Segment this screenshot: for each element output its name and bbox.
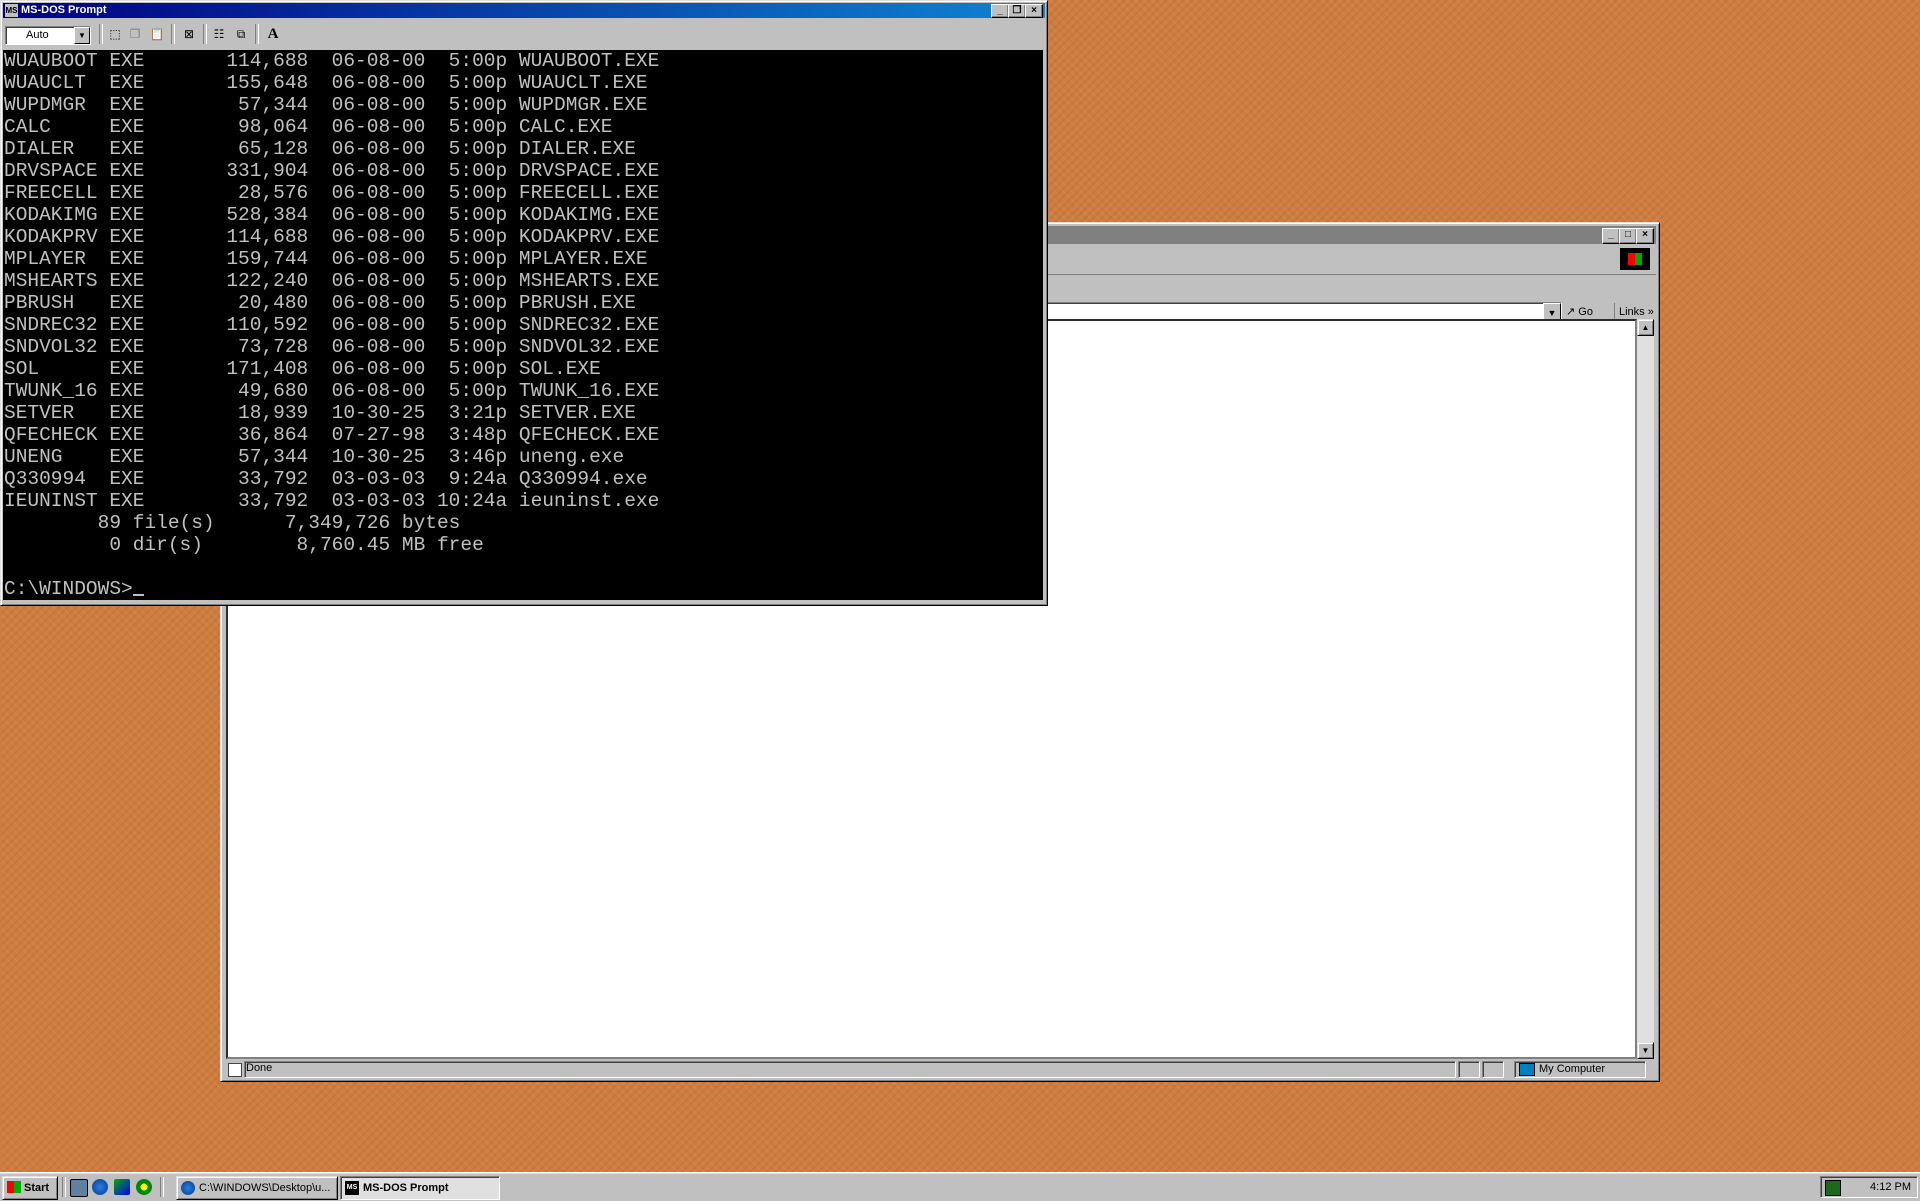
console-line: KODAKIMG EXE 528,384 06-08-00 5:00p KODA… (4, 204, 660, 226)
console-line: 0 dir(s) 8,760.45 MB free (4, 534, 484, 556)
clock[interactable]: 4:12 PM (1870, 1177, 1911, 1197)
console-line: TWUNK_16 EXE 49,680 06-08-00 5:00p TWUNK… (4, 380, 660, 402)
links-label: Links (1619, 306, 1645, 318)
fullscreen-icon[interactable]: ⊠ (179, 25, 199, 44)
start-label: Start (24, 1182, 50, 1194)
close-icon[interactable]: × (1025, 4, 1043, 18)
windows-logo-icon (1620, 248, 1650, 270)
status-panel-progress (1458, 1061, 1480, 1078)
vertical-scrollbar[interactable]: ▲ ▼ (1637, 319, 1654, 1059)
font-size-value: Auto (26, 29, 49, 41)
properties-icon[interactable]: ☷ (209, 25, 229, 44)
console-line: DIALER EXE 65,128 06-08-00 5:00p DIALER.… (4, 138, 636, 160)
console-line: FREECELL EXE 28,576 06-08-00 5:00p FREEC… (4, 182, 660, 204)
console-line: Q330994 EXE 33,792 03-03-03 9:24a Q33099… (4, 468, 648, 490)
task-button-msdos[interactable]: MS MS-DOS Prompt (340, 1176, 500, 1200)
start-button[interactable]: Start (2, 1176, 58, 1200)
console-output: WUAUBOOT EXE 114,688 06-08-00 5:00p WUAU… (3, 50, 1043, 578)
msdos-icon[interactable]: MS (5, 4, 18, 17)
console-line: UNENG EXE 57,344 10-30-25 3:46p uneng.ex… (4, 446, 625, 468)
close-icon[interactable]: × (1636, 228, 1654, 244)
system-tray: 4:12 PM (1820, 1176, 1918, 1198)
links-chevron-icon: » (1647, 306, 1654, 318)
taskbar: Start C:\WINDOWS\Desktop\u... MS MS-DOS … (0, 1172, 1920, 1201)
windows-flag-icon (7, 1181, 21, 1193)
status-bar: Done My Computer (224, 1060, 1656, 1078)
console-line: SNDVOL32 EXE 73,728 06-08-00 5:00p SNDVO… (4, 336, 660, 358)
font-size-select[interactable]: Auto ▼ (5, 26, 91, 45)
console-line: PBRUSH EXE 20,480 06-08-00 5:00p PBRUSH.… (4, 292, 636, 314)
go-label: Go (1578, 306, 1593, 318)
computer-icon (1519, 1063, 1535, 1076)
scroll-up-icon[interactable]: ▲ (1637, 319, 1654, 336)
copy-icon[interactable]: ❐ (125, 25, 145, 44)
taskbar-separator (160, 1177, 164, 1197)
outlook-express-icon[interactable] (114, 1179, 130, 1195)
font-icon[interactable]: A (263, 25, 283, 44)
restore-icon[interactable]: ❐ (1008, 4, 1026, 18)
msdos-icon: MS (345, 1181, 359, 1195)
console-line: 89 file(s) 7,349,726 bytes (4, 512, 461, 534)
dos-title-bar[interactable]: MS MS-DOS Prompt _ ❐ × (3, 3, 1045, 18)
console-line: WUAUCLT EXE 155,648 06-08-00 5:00p WUAUC… (4, 72, 648, 94)
console-line: MPLAYER EXE 159,744 06-08-00 5:00p MPLAY… (4, 248, 648, 270)
prompt-text: C:\WINDOWS> (4, 578, 133, 600)
console-line: WUPDMGR EXE 57,344 06-08-00 5:00p WUPDMG… (4, 94, 648, 116)
toolbar-separator (99, 24, 103, 44)
zone-label: My Computer (1539, 1063, 1606, 1075)
console-line: SETVER EXE 18,939 10-30-25 3:21p SETVER.… (4, 402, 636, 424)
console-line: SOL EXE 171,408 06-08-00 5:00p SOL.EXE (4, 358, 601, 380)
console-line: SNDREC32 EXE 110,592 06-08-00 5:00p SNDR… (4, 314, 660, 336)
task-label: C:\WINDOWS\Desktop\u... (199, 1182, 331, 1194)
toolbar-separator (203, 24, 207, 44)
minimize-icon[interactable]: _ (991, 4, 1009, 18)
toolbar-separator (171, 24, 175, 44)
task-label: MS-DOS Prompt (363, 1182, 449, 1194)
scroll-down-icon[interactable]: ▼ (1637, 1042, 1654, 1059)
dos-toolbar: Auto ▼ ⬚ ❐ 📋 ⊠ ☷ ⧉ A (3, 20, 1045, 48)
paste-icon[interactable]: 📋 (147, 25, 167, 44)
internet-explorer-icon (181, 1181, 195, 1195)
background-icon[interactable]: ⧉ (231, 25, 251, 44)
chevron-down-icon[interactable]: ▼ (74, 27, 90, 44)
internet-explorer-icon[interactable] (92, 1179, 108, 1195)
console-line: DRVSPACE EXE 331,904 06-08-00 5:00p DRVS… (4, 160, 660, 182)
command-line[interactable]: C:\WINDOWS> (3, 578, 1043, 600)
dos-window[interactable]: MS MS-DOS Prompt _ ❐ × Auto ▼ ⬚ ❐ 📋 ⊠ ☷ … (0, 0, 1048, 606)
console-line: MSHEARTS EXE 122,240 06-08-00 5:00p MSHE… (4, 270, 660, 292)
page-icon (228, 1063, 242, 1077)
show-desktop-icon[interactable] (70, 1179, 88, 1197)
dos-title: MS-DOS Prompt (21, 4, 107, 16)
console-screen[interactable]: WUAUBOOT EXE 114,688 06-08-00 5:00p WUAU… (3, 50, 1043, 600)
media-player-icon[interactable] (136, 1179, 152, 1195)
go-arrow-icon: ↗ (1566, 306, 1576, 318)
security-zone: My Computer (1514, 1061, 1646, 1078)
console-line: KODAKPRV EXE 114,688 06-08-00 5:00p KODA… (4, 226, 660, 248)
toolbar-separator (255, 24, 259, 44)
console-line: QFECHECK EXE 36,864 07-27-98 3:48p QFECH… (4, 424, 660, 446)
task-button-explorer[interactable]: C:\WINDOWS\Desktop\u... (176, 1176, 338, 1200)
text-cursor (132, 578, 144, 596)
console-line: IEUNINST EXE 33,792 03-03-03 10:24a ieun… (4, 490, 660, 512)
network-icon[interactable] (1825, 1180, 1841, 1196)
mark-icon[interactable]: ⬚ (105, 25, 125, 44)
minimize-icon[interactable]: _ (1602, 228, 1620, 244)
status-panel (244, 1061, 1456, 1078)
status-panel-lock (1482, 1061, 1504, 1078)
taskbar-separator (62, 1177, 66, 1197)
maximize-icon[interactable]: □ (1619, 228, 1637, 244)
console-line: CALC EXE 98,064 06-08-00 5:00p CALC.EXE (4, 116, 613, 138)
console-line: WUAUBOOT EXE 114,688 06-08-00 5:00p WUAU… (4, 50, 660, 72)
